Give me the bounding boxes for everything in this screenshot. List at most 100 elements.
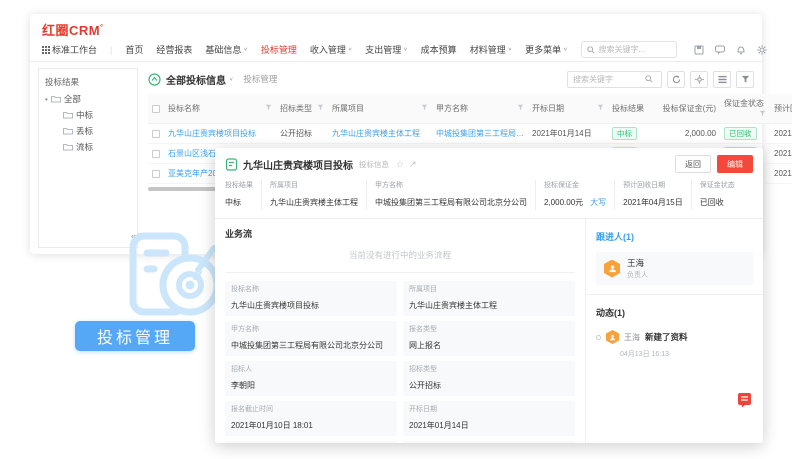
nav-home[interactable]: 首页 bbox=[125, 43, 143, 56]
col-deposit-status[interactable]: 保证金状态 bbox=[720, 94, 770, 124]
field-tenderer: 招标人李朝阳 bbox=[225, 361, 397, 396]
col-project[interactable]: 所属项目 bbox=[328, 94, 432, 124]
filter-button[interactable] bbox=[736, 71, 754, 88]
divider bbox=[586, 294, 763, 295]
settings-button[interactable] bbox=[690, 71, 708, 88]
follower-name: 王海 bbox=[627, 257, 648, 269]
nav-reports[interactable]: 经营报表 bbox=[156, 43, 192, 56]
bid-name-link[interactable]: 九华山庄贵宾楼项目投标 bbox=[164, 124, 276, 144]
col-deposit[interactable]: 投标保证金(元) bbox=[650, 94, 720, 124]
summary-result: 投标结果中标 bbox=[225, 180, 261, 210]
chat-icon[interactable] bbox=[715, 45, 725, 55]
gear-icon bbox=[695, 75, 704, 84]
project-link[interactable]: 九华山庄贵宾楼主体工程 bbox=[409, 301, 497, 310]
daxie-link[interactable]: 大写 bbox=[590, 198, 606, 207]
nav-label: 标准工作台 bbox=[52, 43, 97, 56]
project-link[interactable]: 九华山庄贵宾楼主体工程 bbox=[270, 198, 358, 207]
nav-budget[interactable]: 成本预算 bbox=[421, 43, 457, 56]
bid-detail-panel: 九华山庄贵宾楼项目投标 投标信息 ☆ ↗ 返回 编辑 投标结果中标 所属项目九华… bbox=[215, 148, 763, 443]
folder-icon bbox=[63, 111, 73, 119]
gear-icon[interactable] bbox=[757, 45, 767, 55]
nav-basic-info[interactable]: 基础信息∨ bbox=[205, 43, 247, 56]
result-cell: 中标 bbox=[608, 124, 650, 144]
nav-workbench[interactable]: 标准工作台 bbox=[42, 43, 97, 56]
cell-checkbox bbox=[148, 144, 164, 164]
select-all-checkbox[interactable] bbox=[152, 105, 160, 113]
filter-icon[interactable] bbox=[265, 104, 272, 111]
chevron-down-icon: ∨ bbox=[348, 47, 352, 53]
party-a-link[interactable]: 中城投集团第三工程局有... bbox=[432, 124, 528, 144]
share-icon[interactable]: ↗ bbox=[409, 159, 417, 170]
nav-label: 更多菜单 bbox=[525, 43, 561, 56]
nav-label: 支出管理 bbox=[365, 43, 401, 56]
return-date-cell: 2021年04月15日 bbox=[770, 124, 792, 144]
view-switch-icon[interactable] bbox=[148, 73, 161, 86]
summary-deposit-status: 保证金状态已回收 bbox=[691, 180, 743, 210]
star-icon[interactable]: ☆ bbox=[396, 159, 404, 170]
search-icon bbox=[587, 46, 595, 54]
nav-bid-management[interactable]: 投标管理 bbox=[261, 43, 297, 56]
detail-side-area: 跟进人(1) 王海 负责人 动态(1) 王海 新建了资料 04月 bbox=[585, 219, 763, 443]
filter-icon[interactable] bbox=[517, 104, 524, 111]
party-a-link[interactable]: 中城投集团第三工程局有限公司北京分公司 bbox=[375, 198, 527, 207]
global-search[interactable] bbox=[581, 41, 677, 58]
global-search-input[interactable] bbox=[599, 45, 669, 54]
table-header-row: 投标名称 招标类型 所属项目 甲方名称 开标日期 投标结果 投标保证金(元) 保… bbox=[148, 94, 792, 124]
nav-materials[interactable]: 材料管理∨ bbox=[470, 43, 512, 56]
follower-role: 负责人 bbox=[627, 270, 648, 280]
col-result[interactable]: 投标结果 bbox=[608, 94, 650, 124]
nav-expense[interactable]: 支出管理∨ bbox=[365, 43, 407, 56]
col-party-a[interactable]: 甲方名称 bbox=[432, 94, 528, 124]
result-badge: 中标 bbox=[612, 127, 637, 140]
nav-income[interactable]: 收入管理∨ bbox=[310, 43, 352, 56]
tree-node-aborted[interactable]: 流标 bbox=[63, 141, 131, 153]
folder-icon bbox=[63, 143, 73, 151]
deposit-cell: 2,000.00 bbox=[650, 124, 720, 144]
col-bid-type[interactable]: 招标类型 bbox=[276, 94, 328, 124]
row-checkbox[interactable] bbox=[152, 130, 160, 138]
edit-button[interactable]: 编辑 bbox=[717, 155, 753, 173]
row-checkbox[interactable] bbox=[152, 150, 160, 158]
activity-time: 04月13日 16:13 bbox=[620, 349, 753, 359]
col-bid-name[interactable]: 投标名称 bbox=[164, 94, 276, 124]
timeline-dot bbox=[596, 335, 601, 340]
cell-checkbox bbox=[148, 164, 164, 184]
list-search[interactable] bbox=[567, 71, 662, 88]
nav-label: 收入管理 bbox=[310, 43, 346, 56]
project-link[interactable]: 九华山庄贵宾楼主体工程 bbox=[328, 124, 432, 144]
bid-type-cell: 公开招标 bbox=[276, 124, 328, 144]
field-project: 所属项目九华山庄贵宾楼主体工程 bbox=[403, 281, 575, 316]
chevron-down-icon[interactable]: ∨ bbox=[229, 76, 233, 82]
activity-section-title: 动态(1) bbox=[596, 308, 625, 318]
tree-node-all[interactable]: • 全部 bbox=[45, 93, 131, 105]
detail-title: 九华山庄贵宾楼项目投标 bbox=[243, 157, 353, 172]
header-checkbox-cell bbox=[148, 94, 164, 124]
back-button[interactable]: 返回 bbox=[675, 155, 711, 173]
filter-icon[interactable] bbox=[317, 104, 324, 111]
filter-icon[interactable] bbox=[759, 110, 766, 117]
chevron-down-icon: ∨ bbox=[403, 47, 407, 53]
view-title[interactable]: 全部投标信息 bbox=[166, 72, 226, 87]
result-tree-sidebar: 投标结果 • 全部 中标 丢标 流标 « bbox=[38, 68, 138, 248]
filter-icon[interactable] bbox=[421, 104, 428, 111]
filter-icon[interactable] bbox=[597, 104, 604, 111]
nav-more-menu[interactable]: 更多菜单∨ bbox=[525, 43, 567, 56]
activity-item[interactable]: 王海 新建了资料 bbox=[596, 330, 753, 344]
search-icon bbox=[645, 75, 653, 83]
follower-card[interactable]: 王海 负责人 bbox=[596, 252, 753, 285]
bell-icon[interactable] bbox=[736, 45, 746, 55]
list-search-input[interactable] bbox=[573, 75, 645, 84]
cell-checkbox bbox=[148, 124, 164, 144]
col-return-date[interactable]: 预计回收日期 bbox=[770, 94, 792, 124]
col-open-date[interactable]: 开标日期 bbox=[528, 94, 608, 124]
table-row[interactable]: 九华山庄贵宾楼项目投标 公开招标 九华山庄贵宾楼主体工程 中城投集团第三工程局有… bbox=[148, 124, 792, 144]
tree-node-lost[interactable]: 丢标 bbox=[63, 125, 131, 137]
disk-icon[interactable] bbox=[694, 45, 704, 55]
record-widget-icon[interactable] bbox=[737, 392, 752, 413]
refresh-button[interactable] bbox=[667, 71, 685, 88]
row-checkbox[interactable] bbox=[152, 170, 160, 178]
return-date-cell: 2021年04月30日 bbox=[770, 144, 792, 164]
tree-node-won[interactable]: 中标 bbox=[63, 109, 131, 121]
columns-button[interactable] bbox=[713, 71, 731, 88]
party-a-link[interactable]: 中城投集团第三工程局有限公司北京分公司 bbox=[231, 341, 383, 350]
